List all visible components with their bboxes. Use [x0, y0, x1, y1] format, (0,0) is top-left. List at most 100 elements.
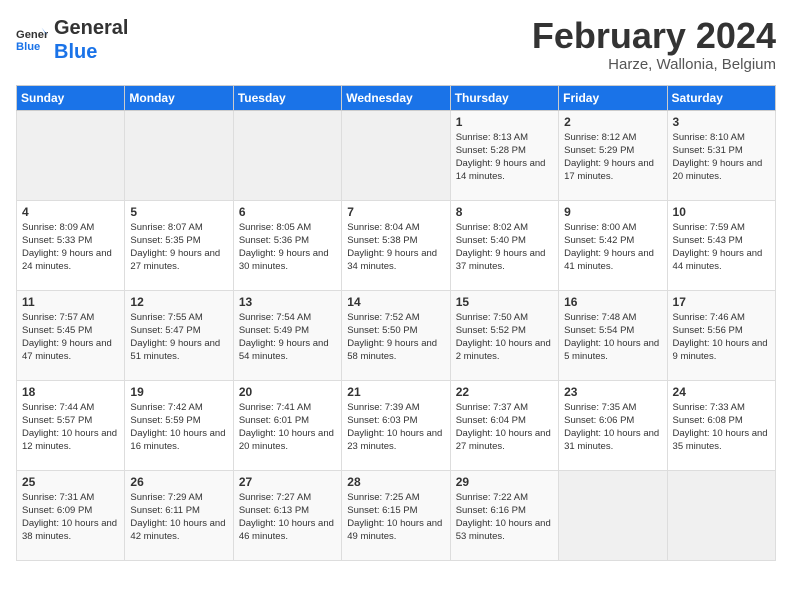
day-number: 7 [347, 205, 444, 219]
calendar-cell: 6 Sunrise: 8:05 AM Sunset: 5:36 PM Daylig… [233, 200, 341, 290]
day-number: 21 [347, 385, 444, 399]
week-row-2: 4 Sunrise: 8:09 AM Sunset: 5:33 PM Daylig… [17, 200, 776, 290]
weekday-header-thursday: Thursday [450, 85, 558, 110]
day-number: 4 [22, 205, 119, 219]
weekday-header-saturday: Saturday [667, 85, 775, 110]
day-info: Sunrise: 8:12 AM Sunset: 5:29 PM Dayligh… [564, 131, 661, 184]
location: Harze, Wallonia, Belgium [532, 56, 776, 73]
title-block: February 2024 Harze, Wallonia, Belgium [532, 16, 776, 73]
day-number: 17 [673, 295, 770, 309]
day-number: 2 [564, 115, 661, 129]
calendar-cell [667, 470, 775, 560]
logo: General Blue General Blue [16, 16, 128, 64]
day-number: 14 [347, 295, 444, 309]
calendar-cell: 26Sunrise: 7:29 AM Sunset: 6:11 PM Dayli… [125, 470, 233, 560]
day-number: 1 [456, 115, 553, 129]
calendar-cell: 15 Sunrise: 7:50 AM Sunset: 5:52 PM Dayli… [450, 290, 558, 380]
day-number: 20 [239, 385, 336, 399]
week-row-4: 18 Sunrise: 7:44 AM Sunset: 5:57 PM Dayli… [17, 380, 776, 470]
calendar-cell: 5 Sunrise: 8:07 AM Sunset: 5:35 PM Daylig… [125, 200, 233, 290]
calendar-cell [233, 110, 341, 200]
svg-text:Blue: Blue [16, 41, 40, 53]
day-number: 28 [347, 475, 444, 489]
day-info: Sunrise: 8:02 AM Sunset: 5:40 PM Dayligh… [456, 221, 553, 274]
day-info: Sunrise: 7:27 AM Sunset: 6:13 PM Dayligh… [239, 491, 336, 544]
weekday-header-sunday: Sunday [17, 85, 125, 110]
day-info: Sunrise: 7:29 AM Sunset: 6:11 PM Dayligh… [130, 491, 227, 544]
day-info: Sunrise: 8:13 AM Sunset: 5:28 PM Dayligh… [456, 131, 553, 184]
calendar-cell: 9Sunrise: 8:00 AM Sunset: 5:42 PM Daylig… [559, 200, 667, 290]
day-number: 15 [456, 295, 553, 309]
calendar-cell: 7 Sunrise: 8:04 AM Sunset: 5:38 PM Daylig… [342, 200, 450, 290]
calendar-cell: 16Sunrise: 7:48 AM Sunset: 5:54 PM Dayli… [559, 290, 667, 380]
calendar-cell: 22 Sunrise: 7:37 AM Sunset: 6:04 PM Dayli… [450, 380, 558, 470]
week-row-5: 25 Sunrise: 7:31 AM Sunset: 6:09 PM Dayli… [17, 470, 776, 560]
day-info: Sunrise: 7:50 AM Sunset: 5:52 PM Dayligh… [456, 311, 553, 364]
day-info: Sunrise: 7:25 AM Sunset: 6:15 PM Dayligh… [347, 491, 444, 544]
day-number: 24 [673, 385, 770, 399]
day-info: Sunrise: 8:09 AM Sunset: 5:33 PM Dayligh… [22, 221, 119, 274]
calendar-cell: 18 Sunrise: 7:44 AM Sunset: 5:57 PM Dayli… [17, 380, 125, 470]
week-row-3: 11 Sunrise: 7:57 AM Sunset: 5:45 PM Dayli… [17, 290, 776, 380]
day-info: Sunrise: 7:41 AM Sunset: 6:01 PM Dayligh… [239, 401, 336, 454]
day-info: Sunrise: 7:39 AM Sunset: 6:03 PM Dayligh… [347, 401, 444, 454]
day-info: Sunrise: 8:07 AM Sunset: 5:35 PM Dayligh… [130, 221, 227, 274]
calendar-cell: 3 Sunrise: 8:10 AM Sunset: 5:31 PM Daylig… [667, 110, 775, 200]
day-number: 22 [456, 385, 553, 399]
calendar-cell: 23 Sunrise: 7:35 AM Sunset: 6:06 PM Dayli… [559, 380, 667, 470]
calendar-cell: 27Sunrise: 7:27 AM Sunset: 6:13 PM Dayli… [233, 470, 341, 560]
logo-general: General [54, 16, 128, 40]
week-row-1: 1 Sunrise: 8:13 AM Sunset: 5:28 PM Daylig… [17, 110, 776, 200]
calendar-cell [342, 110, 450, 200]
day-info: Sunrise: 7:44 AM Sunset: 5:57 PM Dayligh… [22, 401, 119, 454]
calendar-cell: 13Sunrise: 7:54 AM Sunset: 5:49 PM Dayli… [233, 290, 341, 380]
day-number: 13 [239, 295, 336, 309]
day-info: Sunrise: 7:52 AM Sunset: 5:50 PM Dayligh… [347, 311, 444, 364]
weekday-header-friday: Friday [559, 85, 667, 110]
calendar-cell: 25 Sunrise: 7:31 AM Sunset: 6:09 PM Dayli… [17, 470, 125, 560]
calendar-cell: 20 Sunrise: 7:41 AM Sunset: 6:01 PM Dayli… [233, 380, 341, 470]
day-number: 16 [564, 295, 661, 309]
day-info: Sunrise: 7:57 AM Sunset: 5:45 PM Dayligh… [22, 311, 119, 364]
calendar-cell [17, 110, 125, 200]
calendar-cell: 10Sunrise: 7:59 AM Sunset: 5:43 PM Dayli… [667, 200, 775, 290]
calendar-cell: 17 Sunrise: 7:46 AM Sunset: 5:56 PM Dayli… [667, 290, 775, 380]
logo-blue: Blue [54, 40, 128, 64]
logo-icon: General Blue [16, 26, 48, 54]
day-info: Sunrise: 7:35 AM Sunset: 6:06 PM Dayligh… [564, 401, 661, 454]
calendar-cell: 14 Sunrise: 7:52 AM Sunset: 5:50 PM Dayli… [342, 290, 450, 380]
calendar-cell: 29Sunrise: 7:22 AM Sunset: 6:16 PM Dayli… [450, 470, 558, 560]
day-info: Sunrise: 7:37 AM Sunset: 6:04 PM Dayligh… [456, 401, 553, 454]
day-info: Sunrise: 7:31 AM Sunset: 6:09 PM Dayligh… [22, 491, 119, 544]
calendar-cell [125, 110, 233, 200]
day-number: 29 [456, 475, 553, 489]
day-info: Sunrise: 7:55 AM Sunset: 5:47 PM Dayligh… [130, 311, 227, 364]
weekday-header-tuesday: Tuesday [233, 85, 341, 110]
day-info: Sunrise: 8:10 AM Sunset: 5:31 PM Dayligh… [673, 131, 770, 184]
day-info: Sunrise: 7:46 AM Sunset: 5:56 PM Dayligh… [673, 311, 770, 364]
day-number: 10 [673, 205, 770, 219]
day-number: 11 [22, 295, 119, 309]
calendar-cell: 11 Sunrise: 7:57 AM Sunset: 5:45 PM Dayli… [17, 290, 125, 380]
day-info: Sunrise: 8:04 AM Sunset: 5:38 PM Dayligh… [347, 221, 444, 274]
weekday-header-monday: Monday [125, 85, 233, 110]
weekday-header-wednesday: Wednesday [342, 85, 450, 110]
day-number: 18 [22, 385, 119, 399]
calendar-cell: 21 Sunrise: 7:39 AM Sunset: 6:03 PM Dayli… [342, 380, 450, 470]
day-number: 3 [673, 115, 770, 129]
day-info: Sunrise: 8:05 AM Sunset: 5:36 PM Dayligh… [239, 221, 336, 274]
day-number: 6 [239, 205, 336, 219]
calendar-table: SundayMondayTuesdayWednesdayThursdayFrid… [16, 85, 776, 561]
day-number: 23 [564, 385, 661, 399]
day-info: Sunrise: 8:00 AM Sunset: 5:42 PM Dayligh… [564, 221, 661, 274]
day-number: 12 [130, 295, 227, 309]
calendar-cell: 4 Sunrise: 8:09 AM Sunset: 5:33 PM Daylig… [17, 200, 125, 290]
calendar-cell: 28 Sunrise: 7:25 AM Sunset: 6:15 PM Dayli… [342, 470, 450, 560]
calendar-cell: 8Sunrise: 8:02 AM Sunset: 5:40 PM Daylig… [450, 200, 558, 290]
day-number: 25 [22, 475, 119, 489]
day-number: 19 [130, 385, 227, 399]
svg-text:General: General [16, 29, 48, 41]
day-info: Sunrise: 7:42 AM Sunset: 5:59 PM Dayligh… [130, 401, 227, 454]
day-number: 5 [130, 205, 227, 219]
calendar-cell: 19 Sunrise: 7:42 AM Sunset: 5:59 PM Dayli… [125, 380, 233, 470]
